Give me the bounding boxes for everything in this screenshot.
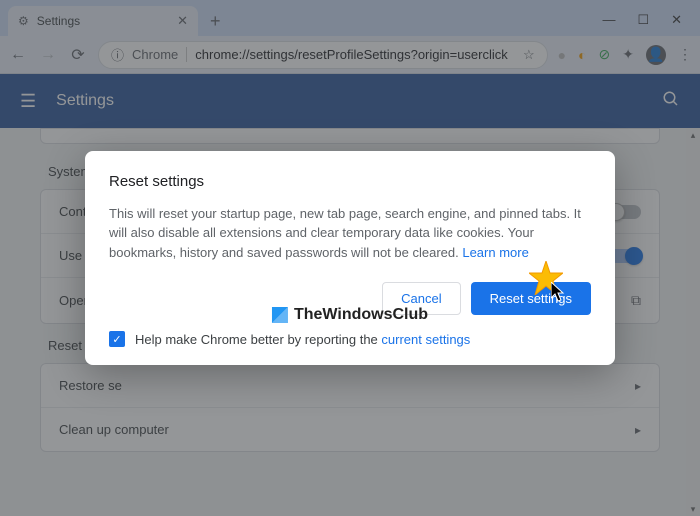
dialog-footer: ✓ Help make Chrome better by reporting t… bbox=[109, 331, 591, 347]
footer-text: Help make Chrome better by reporting the… bbox=[135, 332, 470, 347]
dialog-actions: Cancel Reset settings bbox=[109, 282, 591, 315]
current-settings-link[interactable]: current settings bbox=[381, 332, 470, 347]
reset-settings-button[interactable]: Reset settings bbox=[471, 282, 591, 315]
learn-more-link[interactable]: Learn more bbox=[462, 245, 528, 260]
cancel-button[interactable]: Cancel bbox=[382, 282, 460, 315]
reset-settings-dialog: Reset settings This will reset your star… bbox=[85, 151, 615, 366]
dialog-body: This will reset your startup page, new t… bbox=[109, 204, 591, 263]
dialog-title: Reset settings bbox=[109, 173, 591, 190]
report-checkbox[interactable]: ✓ bbox=[109, 331, 125, 347]
modal-overlay: Reset settings This will reset your star… bbox=[0, 0, 700, 516]
